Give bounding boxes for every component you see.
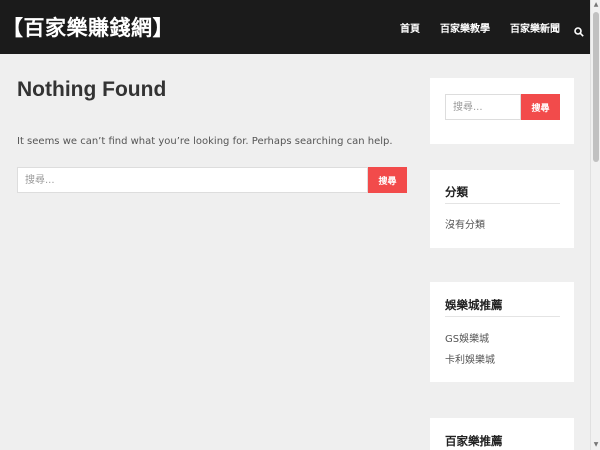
nav-item-home[interactable]: 首頁 (400, 20, 420, 35)
scroll-thumb[interactable] (593, 12, 599, 162)
widget-divider (445, 203, 560, 204)
main-search-form: 搜尋 (17, 167, 407, 193)
not-found-message: It seems we can’t find what you’re looki… (17, 136, 393, 147)
baccarat-recommend-widget: 百家樂推薦 (430, 418, 574, 450)
widget-title: 娛樂城推薦 (445, 298, 503, 312)
main-search-input[interactable] (17, 167, 368, 193)
casino-link[interactable]: GS娛樂城 (445, 330, 489, 345)
search-icon[interactable] (574, 22, 584, 37)
main-nav: 首頁 百家樂教學 百家樂新聞 (380, 0, 584, 54)
sidebar-search-form: 搜尋 (445, 94, 560, 120)
main-search-button[interactable]: 搜尋 (368, 167, 407, 193)
site-header: 【百家樂賺錢網】 首頁 百家樂教學 百家樂新聞 (0, 0, 590, 54)
scroll-down-arrow-icon[interactable]: ▼ (591, 440, 600, 450)
widget-title: 分類 (445, 185, 468, 199)
casino-recommend-widget: 娛樂城推薦 GS娛樂城 卡利娛樂城 (430, 282, 574, 382)
nav-item-baccarat-guide[interactable]: 百家樂教學 (440, 20, 490, 35)
widget-divider (445, 316, 560, 317)
nav-item-baccarat-news[interactable]: 百家樂新聞 (510, 20, 560, 35)
vertical-scrollbar[interactable]: ▲ ▼ (590, 0, 600, 450)
scroll-up-arrow-icon[interactable]: ▲ (591, 0, 600, 10)
site-title[interactable]: 【百家樂賺錢網】 (2, 12, 174, 42)
page-title: Nothing Found (17, 78, 167, 101)
categories-widget: 分類 沒有分類 (430, 170, 574, 248)
category-link[interactable]: 沒有分類 (445, 216, 485, 231)
sidebar-search-input[interactable] (445, 94, 521, 120)
casino-link[interactable]: 卡利娛樂城 (445, 351, 495, 366)
sidebar-search-button[interactable]: 搜尋 (521, 94, 560, 120)
widget-title: 百家樂推薦 (445, 434, 503, 448)
sidebar-search-widget: 搜尋 (430, 78, 574, 144)
